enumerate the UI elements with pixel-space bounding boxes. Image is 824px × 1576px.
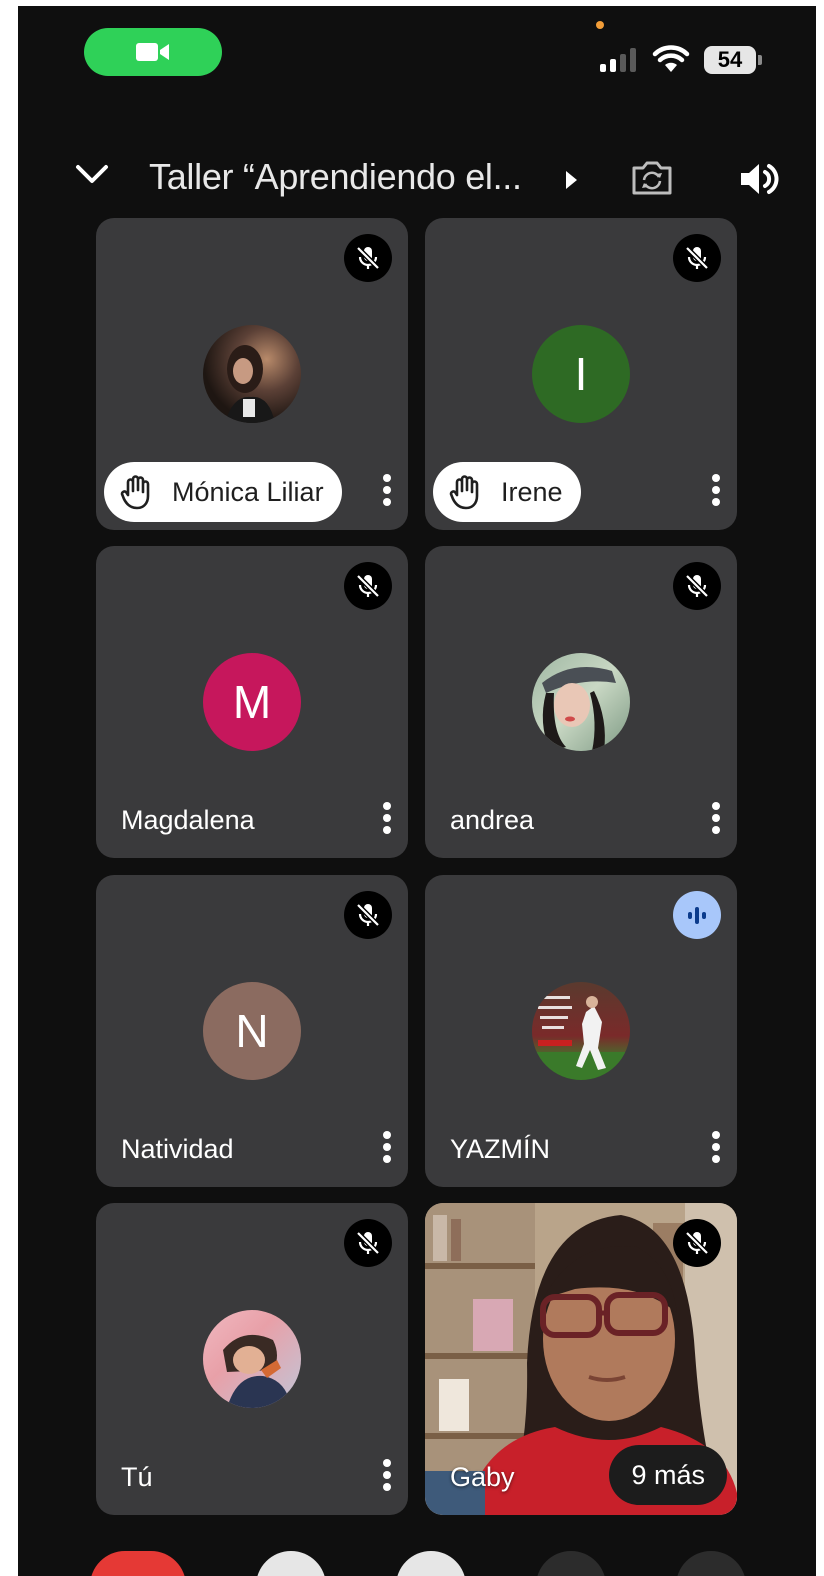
- participant-photo: [532, 653, 630, 751]
- battery-indicator: 54: [704, 46, 756, 74]
- more-options-icon[interactable]: [709, 1129, 723, 1165]
- toggle-camera-button[interactable]: [256, 1551, 326, 1576]
- end-call-button[interactable]: [90, 1551, 186, 1576]
- participant-tile[interactable]: N Natividad: [96, 875, 408, 1187]
- participant-name: Magdalena: [121, 805, 255, 835]
- mic-off-icon: [344, 891, 392, 939]
- mic-off-icon: [344, 1219, 392, 1267]
- mic-off-icon: [673, 234, 721, 282]
- participant-tile[interactable]: YAZMÍN: [425, 875, 737, 1187]
- raised-hand-icon: [120, 475, 150, 510]
- more-options-icon[interactable]: [380, 1457, 394, 1493]
- participant-initial-avatar: M: [203, 653, 301, 751]
- participant-name: Tú: [121, 1462, 153, 1492]
- participant-tile[interactable]: andrea: [425, 546, 737, 858]
- raised-hand-name-pill: Mónica Liliar: [104, 462, 342, 522]
- participant-name: Mónica Liliar: [172, 476, 324, 507]
- active-call-pill[interactable]: [84, 28, 222, 76]
- meeting-header: Taller “Aprendiendo el...: [18, 146, 816, 210]
- video-camera-icon: [136, 43, 169, 61]
- raised-hand-name-pill: Irene: [433, 462, 581, 522]
- camera-flip-icon[interactable]: [630, 160, 674, 196]
- toggle-mic-button[interactable]: [396, 1551, 466, 1576]
- participant-name: Gaby: [450, 1462, 515, 1492]
- participant-tile[interactable]: I Irene: [425, 218, 737, 530]
- participant-photo: [203, 1310, 301, 1408]
- more-options-icon[interactable]: [709, 800, 723, 836]
- more-options-icon[interactable]: [380, 472, 394, 508]
- participant-tile[interactable]: Mónica Liliar: [96, 218, 408, 530]
- raise-hand-button[interactable]: [536, 1551, 606, 1576]
- participant-name: Natividad: [121, 1134, 234, 1164]
- audio-level-icon: [673, 891, 721, 939]
- chevron-down-icon[interactable]: [74, 162, 110, 186]
- mic-off-icon: [673, 1219, 721, 1267]
- wifi-icon: [652, 45, 690, 72]
- mic-off-icon: [673, 562, 721, 610]
- participant-name: Irene: [501, 476, 563, 507]
- meet-call-screen: 54 Taller “Aprendiendo el... Mónica Lili…: [18, 6, 816, 1576]
- play-arrow-icon[interactable]: [564, 170, 578, 190]
- more-participants-button[interactable]: 9 más: [609, 1445, 727, 1505]
- participant-initial-avatar: I: [532, 325, 630, 423]
- participant-initial-avatar: N: [203, 982, 301, 1080]
- participant-tile[interactable]: M Magdalena: [96, 546, 408, 858]
- more-actions-button[interactable]: [676, 1551, 746, 1576]
- participant-name: andrea: [450, 805, 535, 835]
- meeting-title[interactable]: Taller “Aprendiendo el...: [149, 156, 522, 198]
- more-options-icon[interactable]: [380, 800, 394, 836]
- participant-name: YAZMÍN: [450, 1134, 550, 1164]
- more-options-icon[interactable]: [380, 1129, 394, 1165]
- more-options-icon[interactable]: [709, 472, 723, 508]
- cellular-signal-icon: [600, 48, 636, 72]
- battery-level: 54: [717, 47, 743, 72]
- participant-video-tile[interactable]: Gaby 9 más: [425, 1203, 737, 1515]
- participant-photo: [532, 982, 630, 1080]
- speaker-icon[interactable]: [738, 160, 780, 198]
- mic-off-icon: [344, 562, 392, 610]
- privacy-indicator-dot: [596, 21, 604, 29]
- self-tile[interactable]: Tú: [96, 1203, 408, 1515]
- battery-nub: [758, 55, 762, 65]
- participant-photo: [203, 325, 301, 423]
- mic-off-icon: [344, 234, 392, 282]
- raised-hand-icon: [449, 475, 479, 510]
